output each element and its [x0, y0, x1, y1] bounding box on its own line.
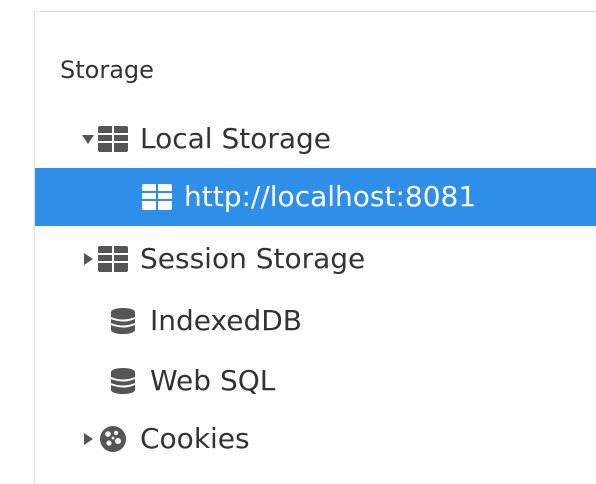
- database-icon: [106, 306, 140, 336]
- tree-item-label: Cookies: [140, 422, 250, 455]
- tree-item-label: Web SQL: [150, 364, 276, 397]
- tree-item-label: http://localhost:8081: [184, 180, 477, 213]
- collapsed-arrow-icon[interactable]: [80, 251, 96, 267]
- expanded-arrow-icon[interactable]: [80, 131, 96, 147]
- database-icon: [106, 366, 140, 396]
- tree-item-label: Session Storage: [140, 242, 366, 275]
- tree-item-cookies[interactable]: Cookies: [35, 410, 596, 468]
- tree-item-local-storage[interactable]: Local Storage: [35, 110, 596, 168]
- tree-item-localhost-8081[interactable]: http://localhost:8081: [35, 168, 596, 226]
- top-divider: [34, 11, 596, 12]
- grid-table-icon: [96, 124, 130, 154]
- cookie-icon: [96, 424, 130, 454]
- tree-item-session-storage[interactable]: Session Storage: [35, 230, 596, 288]
- tree-item-label: Local Storage: [140, 122, 332, 155]
- collapsed-arrow-icon[interactable]: [80, 431, 96, 447]
- grid-table-icon: [96, 244, 130, 274]
- storage-panel: Storage Local Storage http://localhost:8…: [0, 0, 596, 484]
- tree-item-web-sql[interactable]: Web SQL: [35, 352, 596, 410]
- tree-item-indexeddb[interactable]: IndexedDB: [35, 292, 596, 350]
- grid-table-icon: [140, 182, 174, 212]
- storage-section-title: Storage: [60, 56, 154, 84]
- tree-item-label: IndexedDB: [150, 304, 302, 337]
